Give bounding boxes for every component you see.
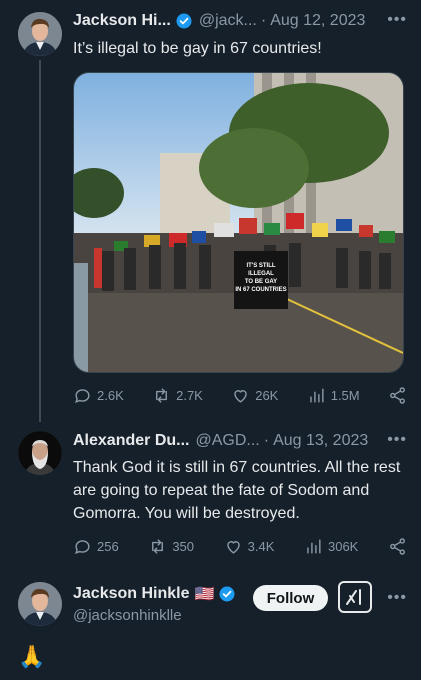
more-icon[interactable]: ••• [387, 431, 407, 449]
repost-count: 2.7K [176, 388, 203, 403]
flag-emoji: 🇺🇸 [194, 586, 215, 603]
separator: · [263, 432, 270, 449]
tweet-actions: 256 350 3.4K 306K [73, 537, 407, 556]
tweet-text: Thank God it is still in 67 countries. A… [73, 459, 401, 522]
sign-line-3: TO BE GAY [245, 279, 277, 285]
share-button[interactable] [388, 537, 407, 556]
profile-handle[interactable]: @jacksonhinklle [73, 607, 182, 624]
tweet-photo[interactable]: IT'S STILL ILLEGAL TO BE GAY IN 67 COUNT… [73, 72, 404, 373]
repost-icon [152, 539, 164, 554]
tweet-date[interactable]: Aug 12, 2023 [270, 12, 365, 30]
repost-button[interactable]: 2.7K [152, 386, 203, 405]
thread-line [39, 60, 41, 422]
follow-button[interactable]: Follow [253, 585, 328, 611]
more-icon[interactable]: ••• [387, 589, 407, 607]
views-count: 1.5M [330, 388, 360, 403]
tweet-date[interactable]: Aug 13, 2023 [273, 432, 368, 450]
avatar[interactable] [18, 431, 62, 475]
verified-badge-icon [218, 585, 236, 603]
repost-icon [156, 388, 168, 403]
more-icon[interactable]: ••• [387, 11, 407, 29]
reply-icon [75, 389, 90, 403]
repost-count: 350 [172, 539, 195, 554]
author-handle[interactable]: @jack... [199, 12, 257, 30]
separator: · [260, 12, 267, 29]
tweet-header: Alexander Du... @AGD... · Aug 13, 2023 [73, 432, 368, 450]
avatar[interactable] [18, 12, 62, 56]
like-count: 3.4K [247, 539, 275, 554]
reply-icon [75, 540, 90, 554]
views-button[interactable]: 306K [304, 537, 358, 556]
author-handle[interactable]: @AGD... [195, 432, 259, 450]
reply-button[interactable]: 2.6K [73, 386, 124, 405]
sign-line-2: ILLEGAL [248, 271, 274, 277]
like-count: 26K [255, 388, 279, 403]
like-button[interactable]: 3.4K [224, 537, 275, 556]
reply-emoji: 🙏 [18, 644, 46, 669]
verified-badge-icon [175, 12, 193, 30]
profile-header: Jackson Hinkle 🇺🇸 [73, 584, 236, 604]
sign-line-4: IN 67 COUNTRIES [235, 287, 286, 293]
author-name[interactable]: Alexander Du... [73, 432, 189, 450]
reply-button[interactable]: 256 [73, 537, 119, 556]
reply-count: 2.6K [97, 388, 124, 403]
parade-photo: IT'S STILL ILLEGAL TO BE GAY IN 67 COUNT… [74, 73, 403, 372]
share-icon [390, 538, 405, 555]
views-count: 306K [327, 539, 359, 554]
share-button[interactable] [388, 386, 407, 405]
grok-button[interactable] [338, 581, 372, 613]
share-icon [390, 387, 405, 404]
profile-handle-row: @jacksonhinklle [73, 607, 182, 624]
sign-line-1: IT'S STILL [246, 263, 275, 269]
avatar[interactable] [18, 582, 62, 626]
views-icon [307, 539, 321, 554]
views-icon [309, 388, 324, 403]
reply-count: 256 [97, 539, 119, 554]
like-icon [226, 541, 240, 554]
grok-icon [346, 589, 361, 605]
tweet-header: Jackson Hi... @jack... · Aug 12, 2023 [73, 12, 365, 30]
views-button[interactable]: 1.5M [307, 386, 360, 405]
repost-button[interactable]: 350 [148, 537, 194, 556]
like-button[interactable]: 26K [231, 386, 278, 405]
tweet-text: It’s illegal to be gay in 67 countries! [73, 40, 322, 57]
like-icon [234, 390, 247, 403]
tweet-actions: 2.6K 2.7K 26K 1.5M [73, 386, 407, 405]
profile-name[interactable]: Jackson Hinkle [73, 585, 190, 603]
author-name[interactable]: Jackson Hi... [73, 12, 171, 30]
